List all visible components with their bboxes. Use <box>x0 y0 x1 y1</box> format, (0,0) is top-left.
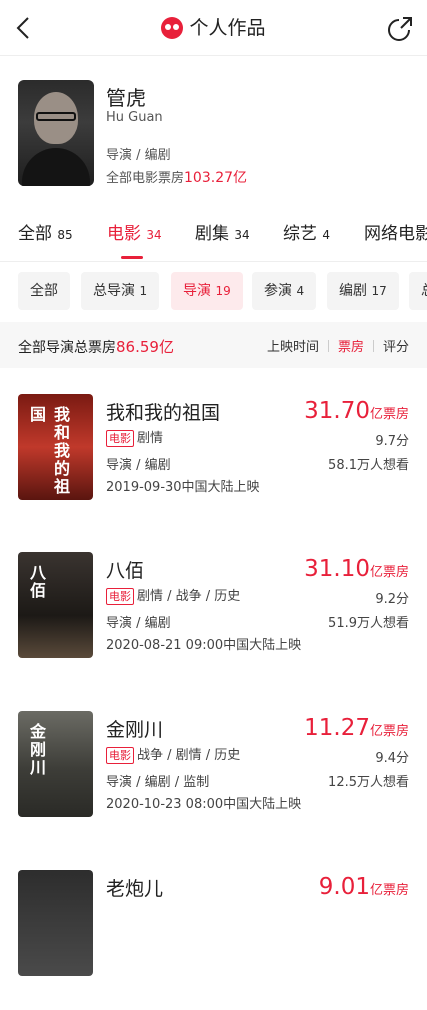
avatar[interactable] <box>18 80 94 186</box>
chip-writer[interactable]: 编剧 17 <box>327 272 399 310</box>
category-tabs: 全部 85 电影 34 剧集 34 综艺 4 网络电影 <box>0 218 427 262</box>
list-item[interactable]: 我和我的祖国 我和我的祖国 31.70亿票房 电影 剧情 9.7分 导演 / 编… <box>0 394 427 534</box>
person-english-name: Hu Guan <box>106 110 163 125</box>
tab-count: 34 <box>234 228 250 242</box>
director-total-box-office: 全部导演总票房86.59亿 <box>18 336 174 357</box>
summary-bar: 全部导演总票房86.59亿 上映时间 票房 评分 <box>0 322 427 368</box>
maoyan-logo-icon <box>161 17 184 39</box>
sort-release-date[interactable]: 上映时间 <box>267 336 319 355</box>
total-box-office: 全部电影票房103.27亿 <box>106 167 247 187</box>
tab-movie[interactable]: 电影 34 <box>107 222 162 259</box>
film-genre: 剧情 / 战争 / 历史 <box>137 589 241 604</box>
sort-rating[interactable]: 评分 <box>383 336 409 355</box>
film-score: 9.4分 <box>375 751 409 766</box>
film-poster: 我和我的祖国 <box>18 394 93 500</box>
list-item[interactable]: 金刚川 金刚川 11.27亿票房 电影 战争 / 剧情 / 历史 9.4分 导演… <box>0 711 427 851</box>
summary-label: 全部导演总票房 <box>18 340 116 356</box>
role-filter-chips: 全部 总导演 1 导演 19 参演 4 编剧 17 总 <box>0 272 427 310</box>
film-type-tag: 电影 <box>106 430 134 447</box>
page-title-wrap: 个人作品 <box>0 14 427 42</box>
film-genre: 剧情 <box>137 431 164 446</box>
film-role: 导演 / 编剧 <box>106 616 171 631</box>
poster-title: 八佰 <box>27 564 46 600</box>
film-type-tag: 电影 <box>106 747 134 764</box>
film-poster: 八佰 <box>18 552 93 658</box>
chip-more[interactable]: 总 <box>409 272 427 310</box>
chip-count: 19 <box>215 284 231 298</box>
sort-box-office[interactable]: 票房 <box>338 336 364 355</box>
film-box-office: 9.01亿票房 <box>319 874 409 900</box>
tab-all[interactable]: 全部 85 <box>18 222 73 247</box>
film-title: 金刚川 <box>106 719 164 741</box>
box-value: 11.27 <box>304 715 370 741</box>
tab-label: 全部 <box>18 224 52 244</box>
chip-label: 编剧 <box>339 283 367 299</box>
chip-count: 4 <box>296 284 305 298</box>
chip-chief-director[interactable]: 总导演 1 <box>81 272 160 310</box>
top-nav-bar: 个人作品 <box>0 0 427 56</box>
tab-count: 4 <box>322 228 331 242</box>
film-score: 9.7分 <box>375 434 409 449</box>
film-poster: 金刚川 <box>18 711 93 817</box>
page-title: 个人作品 <box>189 17 266 39</box>
chip-director[interactable]: 导演 19 <box>171 272 243 310</box>
list-item[interactable]: 老炮儿 9.01亿票房 <box>0 870 427 1010</box>
chip-label: 总导演 <box>93 283 135 299</box>
film-genre: 战争 / 剧情 / 历史 <box>137 748 241 763</box>
poster-title: 金刚川 <box>27 723 46 777</box>
person-roles: 导演 / 编剧 <box>106 148 171 163</box>
share-icon[interactable] <box>387 14 415 42</box>
tab-label: 剧集 <box>195 224 229 244</box>
tab-web-movie[interactable]: 网络电影 <box>364 222 427 246</box>
chip-count: 17 <box>371 284 387 298</box>
box-unit: 亿票房 <box>369 883 409 898</box>
box-value: 31.70 <box>304 398 370 424</box>
poster-title: 我和我的祖国 <box>27 406 70 496</box>
film-box-office: 31.10亿票房 <box>304 556 409 582</box>
film-title: 老炮儿 <box>106 878 164 900</box>
active-tab-indicator <box>121 256 143 259</box>
chip-label: 总 <box>421 283 427 299</box>
film-release: 2020-10-23 08:00中国大陆上映 <box>106 797 302 812</box>
tab-label: 网络电影 <box>364 224 427 244</box>
chip-actor[interactable]: 参演 4 <box>252 272 317 310</box>
tab-series[interactable]: 剧集 34 <box>195 222 250 247</box>
film-title: 八佰 <box>106 560 145 582</box>
box-office-label: 全部电影票房 <box>106 171 185 186</box>
film-title: 我和我的祖国 <box>106 402 221 424</box>
person-name: 管虎 <box>106 86 146 110</box>
chip-label: 参演 <box>264 283 292 299</box>
tab-variety[interactable]: 综艺 4 <box>283 222 330 247</box>
box-unit: 亿票房 <box>369 565 409 580</box>
chip-all[interactable]: 全部 <box>18 272 70 310</box>
film-want-count: 58.1万人想看 <box>328 458 409 473</box>
box-value: 31.10 <box>304 556 370 582</box>
film-release: 2020-08-21 09:00中国大陆上映 <box>106 638 302 653</box>
film-type-tag: 电影 <box>106 588 134 605</box>
chip-count: 1 <box>139 284 148 298</box>
list-item[interactable]: 八佰 八佰 31.10亿票房 电影 剧情 / 战争 / 历史 9.2分 导演 /… <box>0 552 427 692</box>
film-box-office: 11.27亿票房 <box>304 715 409 741</box>
tab-label: 电影 <box>107 224 141 244</box>
summary-value: 86.59亿 <box>116 338 174 356</box>
film-want-count: 12.5万人想看 <box>328 775 409 790</box>
film-role: 导演 / 编剧 / 监制 <box>106 775 210 790</box>
sort-options: 上映时间 票房 评分 <box>267 336 409 355</box>
box-value: 9.01 <box>318 874 370 900</box>
chip-label: 全部 <box>30 283 58 299</box>
film-score: 9.2分 <box>375 592 409 607</box>
tab-label: 综艺 <box>283 224 317 244</box>
box-office-value: 103.27亿 <box>184 170 248 186</box>
film-poster <box>18 870 93 976</box>
box-unit: 亿票房 <box>369 407 409 422</box>
film-want-count: 51.9万人想看 <box>328 616 409 631</box>
film-release: 2019-09-30中国大陆上映 <box>106 480 260 495</box>
film-box-office: 31.70亿票房 <box>304 398 409 424</box>
film-role: 导演 / 编剧 <box>106 458 171 473</box>
tab-count: 85 <box>57 228 73 242</box>
chip-label: 导演 <box>183 283 211 299</box>
box-unit: 亿票房 <box>369 724 409 739</box>
tab-count: 34 <box>146 228 162 242</box>
